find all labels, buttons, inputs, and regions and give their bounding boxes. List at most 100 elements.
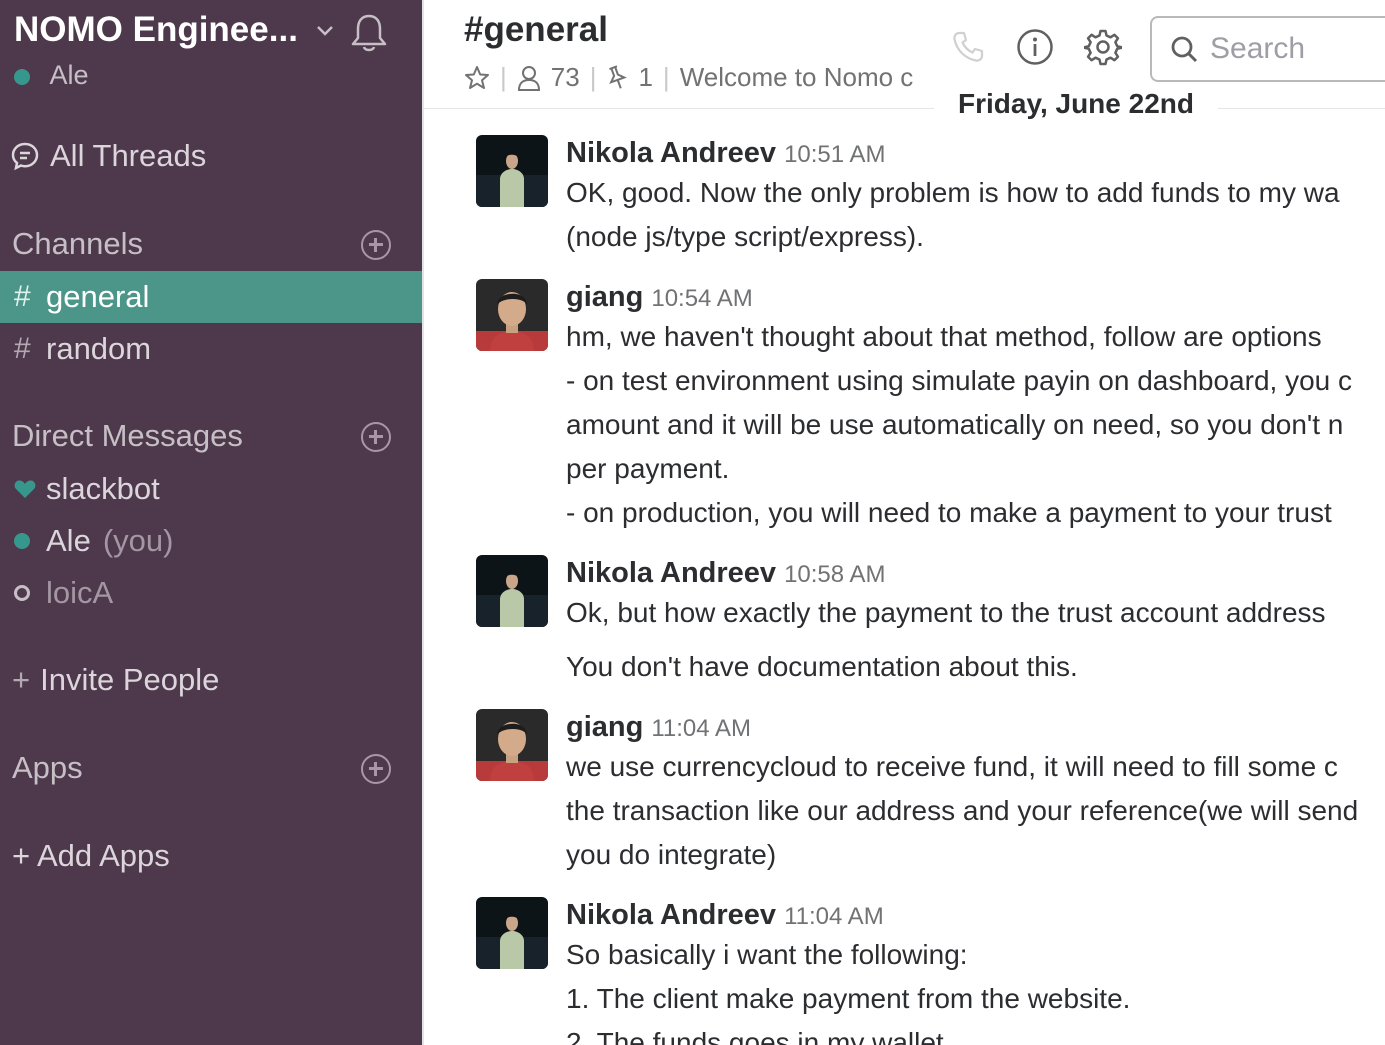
- avatar-photo: [476, 897, 548, 969]
- member-icon[interactable]: [517, 65, 541, 91]
- dm-item-loica[interactable]: loicA: [0, 567, 422, 619]
- message-header: Nikola Andreev 10:58 AM: [566, 555, 1385, 591]
- channel-item-label: general: [46, 279, 150, 314]
- direct-messages-heading[interactable]: Direct Messages: [12, 418, 243, 454]
- pin-icon[interactable]: [606, 64, 628, 91]
- header-actions: [950, 28, 1122, 66]
- channel-topic[interactable]: Welcome to Nomo c: [680, 62, 914, 93]
- message-text-line: 1. The client make payment from the webs…: [566, 983, 1131, 1014]
- avatar[interactable]: [476, 897, 548, 969]
- all-threads-label: All Threads: [50, 138, 207, 173]
- current-user[interactable]: Ale: [14, 60, 89, 91]
- divider: |: [662, 62, 670, 92]
- chevron-down-icon[interactable]: [316, 24, 334, 38]
- divider: |: [589, 62, 597, 92]
- workspace-name[interactable]: NOMO Enginee...: [14, 10, 298, 50]
- message-timestamp[interactable]: 10:54 AM: [651, 285, 752, 312]
- message-timestamp[interactable]: 10:58 AM: [784, 561, 885, 588]
- avatar-photo: [476, 279, 548, 351]
- message-text-line: - on test environment using simulate pay…: [566, 365, 1353, 396]
- message-text-line: we use currencycloud to receive fund, it…: [566, 751, 1338, 782]
- member-count[interactable]: 73: [551, 62, 580, 93]
- avatar[interactable]: [476, 555, 548, 627]
- dm-item-label: loicA: [46, 575, 114, 610]
- message-text-line: 2. The funds goes in my wallet: [566, 1027, 944, 1045]
- apps-heading[interactable]: Apps: [12, 750, 83, 786]
- gear-icon[interactable]: [1084, 28, 1122, 66]
- channel-item-label: random: [46, 331, 152, 366]
- message-text-line: Ok, but how exactly the payment to the t…: [566, 597, 1326, 628]
- add-channel-icon[interactable]: [361, 230, 391, 260]
- message-text-line: you do integrate): [566, 839, 777, 870]
- message-timestamp[interactable]: 11:04 AM: [784, 903, 884, 930]
- current-user-name: Ale: [49, 60, 89, 90]
- message-body: giang 11:04 AM we use currencycloud to rec…: [566, 709, 1385, 877]
- search-placeholder: Search: [1210, 32, 1306, 65]
- presence-away-icon: [14, 585, 30, 601]
- info-icon[interactable]: [1016, 28, 1054, 66]
- message-body: Nikola Andreev 10:58 AM Ok, but how exactl…: [566, 555, 1385, 689]
- invite-people-link[interactable]: + Invite People: [12, 662, 219, 698]
- channel-item-random[interactable]: # random: [0, 323, 422, 375]
- add-app-icon[interactable]: [361, 754, 391, 784]
- hash-icon: #: [14, 332, 31, 365]
- message-author[interactable]: giang: [566, 711, 643, 743]
- dm-item-label: Ale: [46, 523, 91, 558]
- message-text-line: So basically i want the following:: [566, 939, 968, 970]
- add-dm-icon[interactable]: [361, 422, 391, 452]
- search-input[interactable]: Search: [1150, 16, 1385, 82]
- channels-heading[interactable]: Channels: [12, 226, 143, 262]
- message-header: giang 10:54 AM: [566, 279, 1385, 315]
- sidebar: NOMO Enginee... Ale All Threads Channels…: [0, 0, 422, 1045]
- avatar[interactable]: [476, 709, 548, 781]
- avatar[interactable]: [476, 279, 548, 351]
- channel-title[interactable]: #general: [464, 10, 608, 50]
- date-divider: Friday, June 22nd: [934, 88, 1218, 120]
- message-header: Nikola Andreev 10:51 AM: [566, 135, 1385, 171]
- phone-icon[interactable]: [950, 29, 986, 65]
- message-body: Nikola Andreev 10:51 AM OK, good. Now the …: [566, 135, 1385, 259]
- message-text-line: You don't have documentation about this.: [566, 651, 1078, 682]
- add-apps-link[interactable]: + Add Apps: [12, 838, 170, 874]
- message-timestamp[interactable]: 11:04 AM: [651, 715, 751, 742]
- message-text-line: OK, good. Now the only problem is how to…: [566, 177, 1340, 208]
- channel-item-general[interactable]: # general: [0, 271, 422, 323]
- message-author[interactable]: Nikola Andreev: [566, 137, 776, 169]
- message-header: giang 11:04 AM: [566, 709, 1385, 745]
- message-text-line: (node js/type script/express).: [566, 221, 924, 252]
- message-text-line: the transaction like our address and you…: [566, 795, 1359, 826]
- avatar[interactable]: [476, 135, 548, 207]
- heart-icon: [14, 480, 36, 498]
- search-icon: [1171, 36, 1198, 63]
- all-threads-link[interactable]: All Threads: [10, 138, 206, 174]
- hash-icon: #: [14, 280, 31, 313]
- message-text-line: amount and it will be use automatically …: [566, 409, 1344, 440]
- dm-item-slackbot[interactable]: slackbot: [0, 463, 422, 515]
- message-timestamp[interactable]: 10:51 AM: [784, 141, 885, 168]
- message-text-line: - on production, you will need to make a…: [566, 497, 1332, 528]
- message-author[interactable]: Nikola Andreev: [566, 899, 776, 931]
- invite-people-label: Invite People: [40, 662, 220, 697]
- plus-icon: +: [12, 662, 31, 697]
- avatar-photo: [476, 555, 548, 627]
- dm-item-ale[interactable]: Ale (you): [0, 515, 422, 567]
- channel-header: #general | 73 | 1 | Welcome to Nomo c Se…: [424, 0, 1385, 109]
- message-list: Nikola Andreev 10:51 AM OK, good. Now the …: [424, 108, 1385, 1045]
- channel-meta: | 73 | 1 | Welcome to Nomo c: [464, 62, 924, 93]
- message-author[interactable]: Nikola Andreev: [566, 557, 776, 589]
- presence-active-icon: [14, 68, 30, 85]
- message-body: giang 10:54 AM hm, we haven't thought abou…: [566, 279, 1385, 535]
- dm-item-label: slackbot: [46, 471, 160, 506]
- presence-active-icon: [14, 533, 30, 549]
- main-pane: #general | 73 | 1 | Welcome to Nomo c Se…: [422, 0, 1385, 1045]
- avatar-photo: [476, 709, 548, 781]
- message-text-line: hm, we haven't thought about that method…: [566, 321, 1322, 352]
- divider: |: [500, 62, 507, 92]
- bell-icon[interactable]: [349, 12, 389, 54]
- avatar-photo: [476, 135, 548, 207]
- message-author[interactable]: giang: [566, 281, 643, 313]
- dm-item-you-suffix: (you): [102, 523, 174, 558]
- message-body: Nikola Andreev 11:04 AM So basically i wan…: [566, 897, 1385, 1045]
- pin-count[interactable]: 1: [638, 62, 652, 93]
- star-icon[interactable]: [464, 65, 490, 91]
